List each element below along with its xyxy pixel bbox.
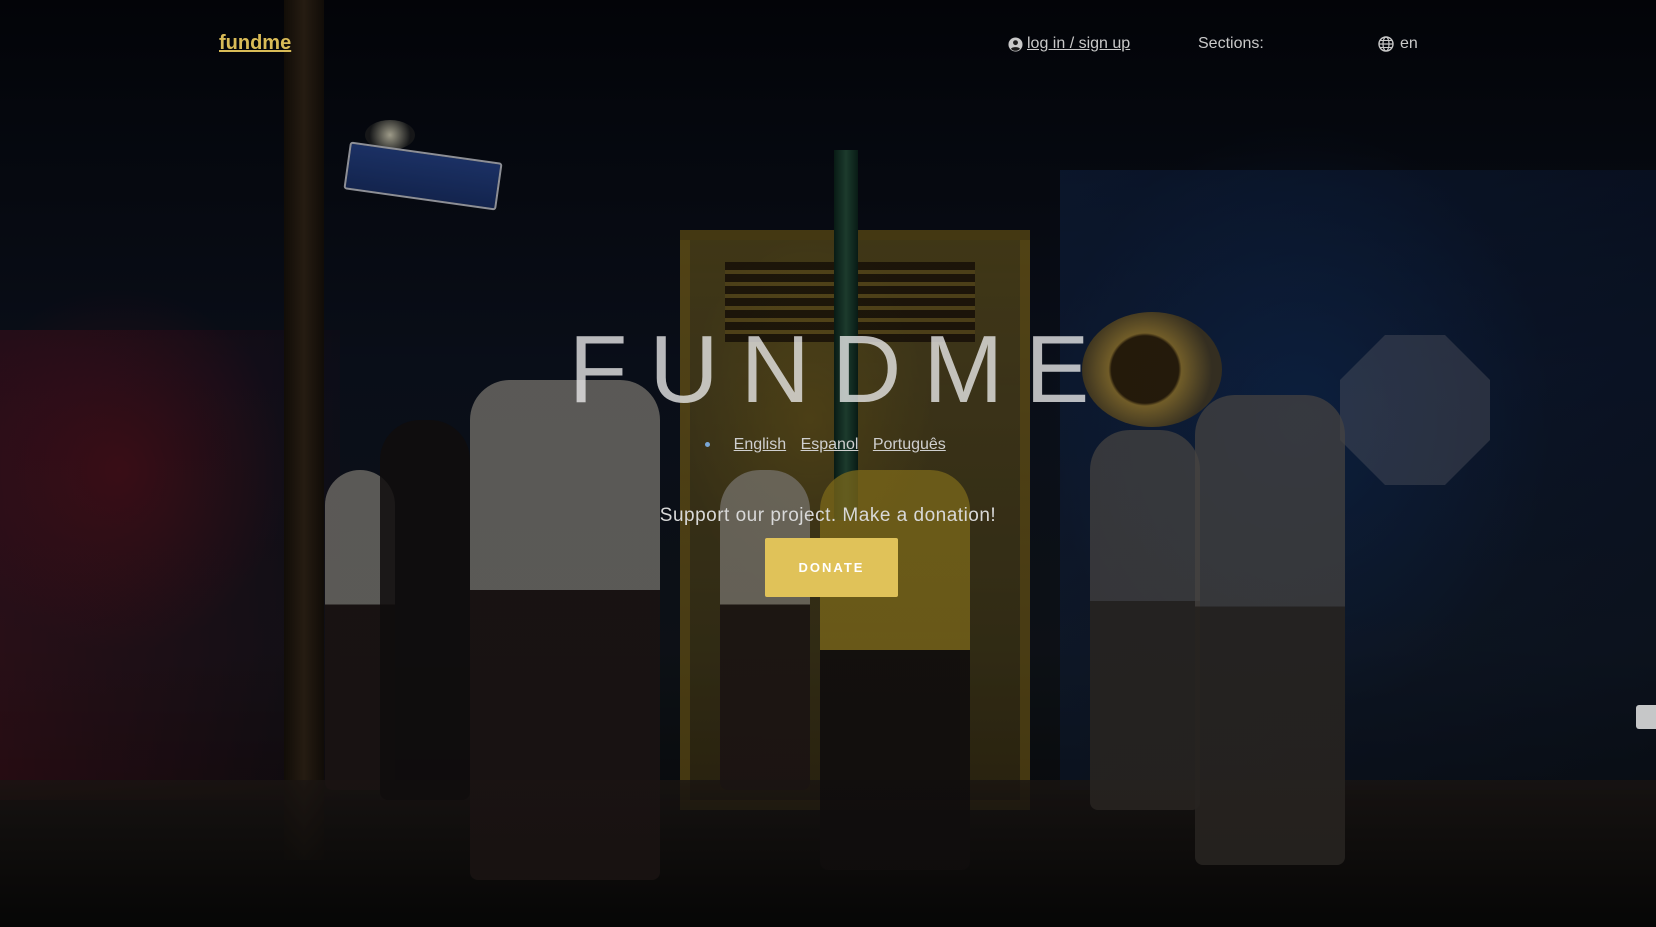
top-nav: fundme log in / sign up Sections: en [0, 0, 1656, 90]
side-edge-tab[interactable] [1636, 705, 1656, 729]
language-link-portugues[interactable]: Português [873, 436, 946, 453]
dark-overlay [0, 0, 1656, 927]
hero-title: FUNDME [568, 316, 1112, 423]
brand-link[interactable]: fundme [219, 32, 291, 55]
language-current: en [1400, 35, 1418, 52]
language-link-english[interactable]: English [734, 436, 786, 453]
login-signup-link[interactable]: log in / sign up [1008, 35, 1130, 53]
hero-section: fundme log in / sign up Sections: en FUN… [0, 0, 1656, 927]
hero-tagline: Support our project. Make a donation! [659, 505, 997, 526]
bullet-dot [705, 442, 711, 448]
donate-button[interactable]: DONATE [765, 538, 898, 597]
sections-menu-label[interactable]: Sections: [1198, 35, 1264, 53]
globe-icon [1378, 36, 1394, 52]
language-link-espanol[interactable]: Espanol [801, 436, 859, 453]
language-switcher[interactable]: en [1378, 35, 1418, 53]
login-signup-label: log in / sign up [1027, 35, 1131, 52]
language-links: English Espanol Português [0, 436, 1656, 454]
user-circle-icon [1008, 36, 1023, 52]
